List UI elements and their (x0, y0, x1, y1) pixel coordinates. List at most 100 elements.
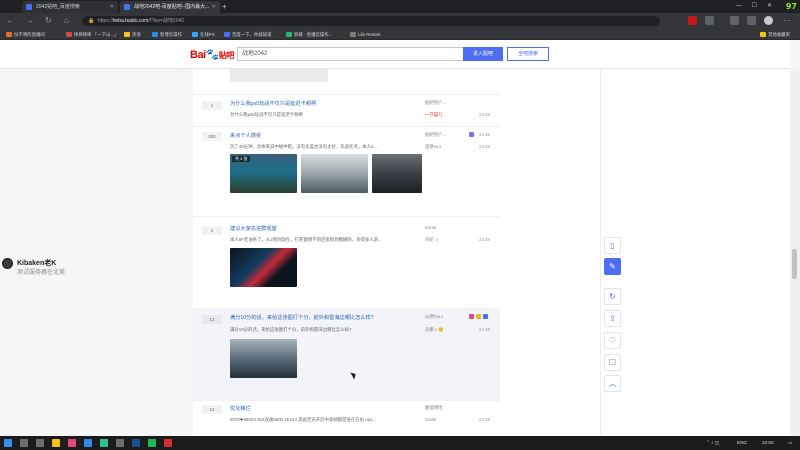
feedback-icon[interactable]: ☐ (604, 354, 621, 371)
thread-image[interactable]: 共 4 张 (230, 154, 297, 193)
last-reply-user[interactable]: 蛋饼sv♬ (425, 144, 443, 150)
tab-tieba[interactable]: 战地2042吧-百度贴吧--国内最大... ✕ (120, 1, 220, 13)
reply-time: 22:48 (479, 417, 490, 422)
tab-label: 战地2042吧-百度贴吧--国内最大... (134, 4, 210, 10)
file-explorer-icon[interactable] (52, 439, 60, 447)
refresh-icon[interactable]: ↻ (604, 288, 621, 305)
thread-author[interactable]: 翻墙傅团 (425, 405, 443, 411)
thread-abstract: 3070✚5900X 8x2双通3600 2K144 高画无论开启中高帧都是低在… (230, 417, 376, 422)
app-icon[interactable] (148, 439, 156, 447)
last-reply-user[interactable]: 2xxW (425, 417, 436, 422)
thread-list: 1 为什么我ps5玩战不仅只是延迟卡顿啊 为什么我ps5玩战不仅只是延迟卡顿啊 … (193, 69, 600, 436)
scrollbar-thumb[interactable] (792, 249, 797, 279)
steam-icon[interactable] (132, 439, 140, 447)
bookmark-item[interactable]: Life Restart (350, 29, 380, 40)
windows-start-icon[interactable] (4, 439, 12, 447)
url-scheme: https:// (98, 18, 114, 24)
collections-icon[interactable] (747, 16, 756, 25)
forward-icon[interactable]: → (26, 13, 34, 29)
bookmark-item[interactable]: 智博云操作 (152, 29, 182, 40)
bookmark-item[interactable]: 份不清的直播间 (6, 29, 45, 40)
search-all-button[interactable]: 全吧搜索 (507, 47, 549, 61)
browser-tabstrip: 2042贴吧_百度搜索 ✕ 战地2042吧-百度贴吧--国内最大... ✕ + … (0, 0, 800, 13)
thread-row[interactable]: 12 优化稀烂 3070✚5900X 8x2双通3600 2K144 高画无论开… (193, 400, 500, 436)
back-icon[interactable]: ← (6, 13, 14, 29)
bookmark-item[interactable]: 英语 (124, 29, 141, 40)
thread-image[interactable] (230, 248, 297, 287)
previous-thread-image (230, 69, 328, 82)
thread-image[interactable] (301, 154, 368, 193)
bookmark-item[interactable]: 在线PS (192, 29, 215, 40)
thread-abstract: 为什么我ps5玩战不仅只是延迟卡顿啊 (230, 112, 303, 117)
notification-icon[interactable]: ▭ (788, 436, 792, 450)
extension-icon[interactable] (705, 16, 714, 25)
page-scrollbar[interactable] (790, 69, 800, 436)
thread-row[interactable]: 2 建议大家先进群观望 本人8F老油条了，从2到到现在，打死都想不到还能烦到模糊… (193, 216, 500, 308)
favorites-icon[interactable] (730, 16, 739, 25)
bookmark-icon (66, 32, 72, 37)
tray-icons[interactable]: ⌃ ♪ ◫ (706, 436, 719, 450)
thread-abstract: 本人8F老油条了，从2到到现在，打死都想不到还能烦到模糊的，幸得多人游... (230, 237, 382, 242)
extension-icon[interactable] (688, 16, 697, 25)
tab-baidu-search[interactable]: 2042贴吧_百度搜索 ✕ (22, 1, 118, 13)
thread-row[interactable]: 204 来点个人感受 玩了40分钟，总体来说中规中矩，没有太差也没有太好，先说优… (193, 126, 500, 216)
thread-image[interactable] (230, 339, 297, 378)
home-icon[interactable]: ⌂ (64, 13, 69, 29)
bookmark-item[interactable]: 摔摔摔摔 「一下山...」 (66, 29, 118, 40)
app-icon[interactable] (100, 439, 108, 447)
new-tab-icon[interactable]: + (222, 0, 227, 13)
input-language[interactable]: ENG (737, 436, 747, 450)
task-view-icon[interactable] (36, 439, 44, 447)
bookmark-item[interactable]: 百度一下，你就知道 (224, 29, 272, 40)
search-icon[interactable] (20, 439, 28, 447)
thread-author[interactable]: 贴吧用户... (425, 132, 446, 138)
tieba-favicon-icon (124, 4, 130, 10)
edge-icon[interactable] (84, 439, 92, 447)
bookmark-icon (6, 32, 12, 37)
thread-author[interactable]: Kunul (425, 225, 436, 230)
window-controls[interactable]: —☐✕ (736, 0, 782, 13)
baidu-tieba-logo[interactable]: Bai🐾贴吧 (190, 48, 234, 61)
profile-avatar[interactable] (764, 16, 773, 25)
bookmarks-bar: 份不清的直播间 摔摔摔摔 「一下山...」 英语 智博云操作 在线PS 百度一下… (0, 29, 800, 40)
thread-image[interactable] (372, 154, 422, 193)
thread-title[interactable]: 为什么我ps5玩战不仅只是延迟卡顿啊 (230, 100, 316, 107)
thread-row[interactable]: 1 为什么我ps5玩战不仅只是延迟卡顿啊 为什么我ps5玩战不仅只是延迟卡顿啊 … (193, 94, 500, 126)
thread-title[interactable]: 优化稀烂 (230, 405, 251, 412)
last-reply-user[interactable]: 功聚♬🙂 (425, 327, 444, 333)
overlay-caption: 测试服务器在北美 (17, 270, 66, 276)
reply-time: 22:48 (479, 237, 490, 242)
more-menu-icon[interactable]: ⋯ (783, 13, 791, 29)
share-icon[interactable]: ⇪ (604, 310, 621, 327)
address-bar[interactable]: 🔒 https://tieba.baidu.com/f?kw=战地2042 (82, 16, 660, 26)
thread-title[interactable]: 来点个人感受 (230, 132, 261, 139)
close-icon[interactable]: ✕ (212, 1, 216, 13)
last-reply-user[interactable]: 祥纪 ♬ (425, 237, 439, 243)
app-icon[interactable] (164, 439, 172, 447)
search-input[interactable]: 战地2042 (237, 47, 463, 61)
back-to-top-icon[interactable]: ︿ (604, 375, 621, 392)
thread-author[interactable]: sp胖hai♬ (425, 314, 444, 320)
like-heart-icon[interactable]: ♡ (604, 332, 621, 349)
streamer-avatar (2, 258, 13, 269)
thread-author[interactable]: 贴吧用户... (425, 100, 446, 106)
app-icon[interactable] (116, 439, 124, 447)
windows-taskbar: ⌃ ♪ ◫ ENG 22:50 ▭ (0, 436, 800, 450)
thread-title[interactable]: 满分10分的话，来给这张图打个分，前外和雷海边哪比怎么样? (230, 314, 374, 321)
sign-in-icon[interactable]: ▯ (604, 237, 621, 254)
thread-title[interactable]: 建议大家先进群观望 (230, 225, 277, 232)
reply-time: 22:48 (479, 144, 490, 149)
app-icon[interactable] (68, 439, 76, 447)
post-edit-icon[interactable]: ✎ (604, 258, 621, 275)
thread-row[interactable]: 13 满分10分的话，来给这张图打个分，前外和雷海边哪比怎么样? 满分10分的话… (193, 308, 500, 400)
last-reply-user[interactable]: 一只猫儿 (425, 112, 443, 118)
bookmark-item[interactable]: 新媒 - 直播云操作... (286, 29, 332, 40)
other-bookmarks[interactable]: 其他收藏夹 (760, 29, 790, 40)
clock[interactable]: 22:50 (762, 436, 774, 450)
level-badge-icon (469, 314, 474, 319)
post-time: 22:48 (479, 132, 490, 137)
close-icon[interactable]: ✕ (110, 1, 114, 13)
baidu-favicon-icon (26, 4, 32, 10)
reload-icon[interactable]: ↻ (45, 13, 52, 29)
enter-tieba-button[interactable]: 进入贴吧 (463, 47, 503, 61)
